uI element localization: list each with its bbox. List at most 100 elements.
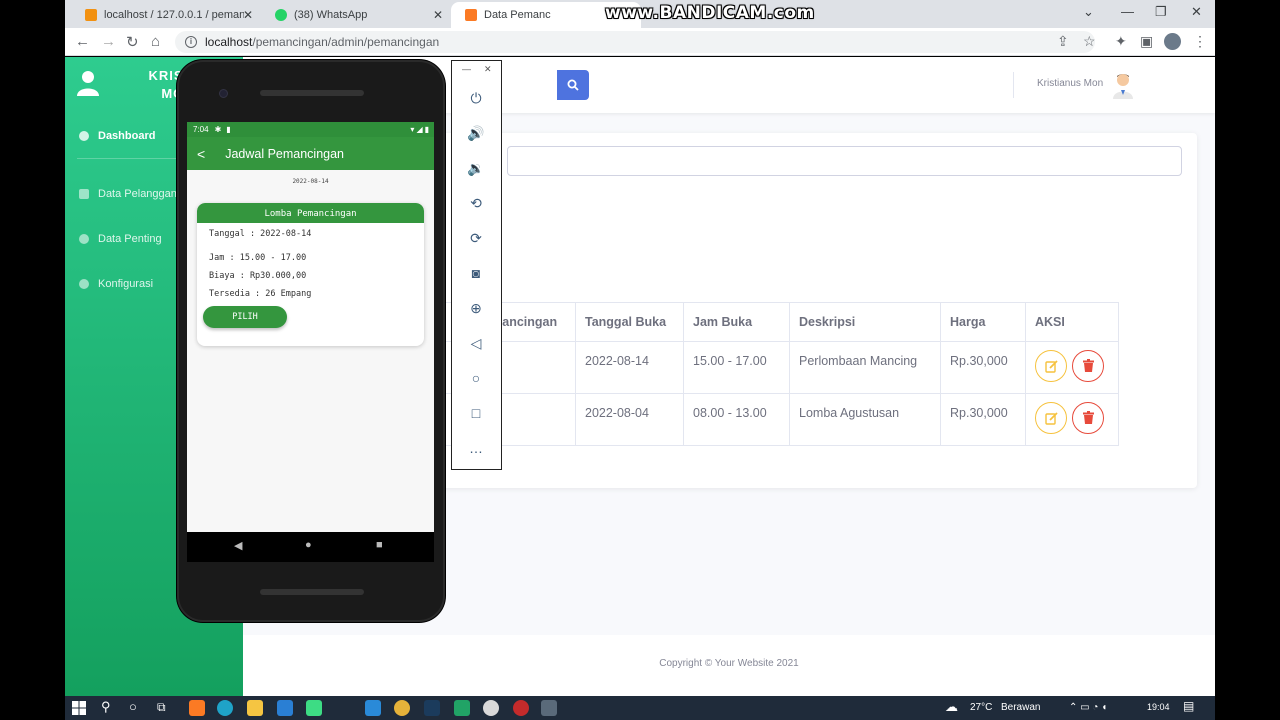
clock[interactable]: 19:04 [1147,702,1170,712]
search-button[interactable] [557,70,589,100]
back-arrow-icon[interactable]: < [197,146,205,162]
home-icon[interactable]: ⌂ [151,33,160,50]
home-icon[interactable]: ○ [467,369,485,387]
table-search-input[interactable] [507,146,1182,176]
user-icon [77,71,99,96]
delete-button[interactable] [1072,350,1105,382]
header-aksi: AKSI [1025,302,1119,342]
phone-speaker [260,90,364,96]
edit-button[interactable] [1035,402,1067,434]
minimize-icon[interactable]: — [462,64,471,74]
star-icon[interactable]: ☆ [1083,33,1096,50]
tab-phpmyadmin[interactable]: localhost / 127.0.0.1 / pemancing ✕ [71,2,261,28]
search-icon [567,79,579,91]
url-field[interactable]: i localhost/pemancingan/admin/pemancinga… [175,31,1095,53]
nav-back-icon[interactable]: ◀ [234,539,242,552]
windows-start-icon[interactable] [72,701,86,715]
tab-whatsapp[interactable]: (38) WhatsApp ✕ [261,2,451,28]
edge-icon[interactable] [217,700,233,716]
chrome-alt-icon[interactable] [483,700,499,716]
phone-time: 7:04 [193,125,209,134]
xampp-icon[interactable] [189,700,205,716]
user-name[interactable]: Kristianus Mon [1037,78,1103,89]
nav-recents-icon[interactable]: ■ [376,539,383,551]
reload-icon[interactable]: ↻ [126,33,139,51]
pilih-button[interactable]: PILIH [203,306,287,328]
schedule-tersedia: Tersedia : 26 Empang [209,289,312,299]
gear-icon [79,234,89,244]
vscode-icon[interactable] [365,700,381,716]
delete-button[interactable] [1072,402,1105,434]
zoom-icon[interactable]: ⊕ [467,299,485,317]
cell-jam: 15.00 - 17.00 [683,341,790,394]
search-icon[interactable]: ⚲ [101,699,111,715]
forward-icon[interactable]: → [101,33,116,50]
file-explorer-icon[interactable] [247,700,263,716]
volume-up-icon[interactable]: 🔊 [467,124,485,142]
header-harga[interactable]: Harga [940,302,1026,342]
close-icon[interactable]: ✕ [433,8,443,22]
avatar[interactable] [1111,71,1135,99]
tray-icons[interactable]: ⌃ ▭ ◔ ◖ [1069,702,1107,713]
cortana-icon[interactable]: ○ [129,699,137,714]
excel-icon[interactable] [454,700,470,716]
schedule-card[interactable]: Lomba Pemancingan Tanggal : 2022-08-14 J… [197,203,424,346]
sidebar-item-data-penting[interactable]: Data Penting [79,233,162,245]
weather-text[interactable]: Berawan [1001,702,1040,713]
chrome-icon[interactable] [394,700,410,716]
notification-icon[interactable]: ▤ [1183,699,1194,713]
photoshop-icon[interactable] [424,700,440,716]
profile-icon[interactable] [1164,33,1181,50]
windows-taskbar: ⚲ ○ ⧉ ☁ 27°C Berawan ⌃ ▭ ◔ ◖ 19:04 ▤ [65,696,1215,720]
minimize-icon[interactable]: — [1121,4,1134,19]
close-icon[interactable]: ✕ [243,8,253,22]
header-deskripsi[interactable]: Deskripsi [789,302,941,342]
power-icon[interactable]: ⏻ [467,89,485,107]
back-icon[interactable]: ← [75,33,90,50]
cell-tanggal: 2022-08-04 [575,393,684,446]
cloud-icon: ☁ [945,699,958,714]
header-tanggal-buka[interactable]: Tanggal Buka [575,302,684,342]
schedule-card-title: Lomba Pemancingan [197,203,424,223]
weather-temp[interactable]: 27°C [970,702,992,713]
gear-icon [79,279,89,289]
info-icon[interactable]: i [185,36,197,48]
more-icon[interactable]: … [467,439,485,457]
restore-icon[interactable]: ❐ [1155,4,1167,20]
share-icon[interactable]: ⇪ [1057,33,1069,50]
tab-label: Data Pemanc [484,9,551,21]
back-icon[interactable]: ◁ [467,334,485,352]
sidebar-item-dashboard[interactable]: Dashboard [79,130,155,142]
emulator-toolbar: — ✕ ⏻ 🔊 🔉 ⟲ ⟳ ◙ ⊕ ◁ ○ □ … [451,60,502,470]
task-view-icon[interactable]: ⧉ [157,700,166,715]
volume-down-icon[interactable]: 🔉 [467,159,485,177]
mail-icon[interactable] [277,700,293,716]
overview-icon[interactable]: □ [467,404,485,422]
camera-icon[interactable]: ◙ [467,264,485,282]
schedule-jam: Jam : 15.00 - 17.00 [209,253,307,263]
phone-screen: 7:04 ✱ ▮ ▾ ◢ ▮ < Jadwal Pemancingan 2022… [187,122,434,532]
cell-aksi [1025,341,1119,394]
chevron-down-icon[interactable]: ⌄ [1083,4,1094,20]
bandicam-icon[interactable] [513,700,529,716]
emulator-icon[interactable] [541,700,557,716]
extensions-icon[interactable]: ✦ [1115,33,1127,50]
rotate-left-icon[interactable]: ⟲ [467,194,485,212]
table-icon [79,189,89,199]
header-jam-buka[interactable]: Jam Buka [683,302,790,342]
dashboard-icon [79,131,89,141]
url-path: /pemancingan/admin/pemancingan [252,35,440,49]
sidebar-icon[interactable]: ▣ [1140,33,1153,50]
edit-icon [1045,412,1058,425]
close-window-icon[interactable]: ✕ [1191,4,1202,20]
address-bar: ← → ↻ ⌂ i localhost/pemancingan/admin/pe… [65,28,1215,56]
nav-home-icon[interactable]: ● [305,539,312,551]
close-icon[interactable]: ✕ [484,64,492,75]
rotate-right-icon[interactable]: ⟳ [467,229,485,247]
sidebar-item-data-pelanggan[interactable]: Data Pelanggan [79,188,177,200]
edit-button[interactable] [1035,350,1067,382]
sidebar-item-konfigurasi[interactable]: Konfigurasi [79,278,153,290]
table-row: ESI 1 2022-08-14 15.00 - 17.00 Perlombaa… [445,341,1119,394]
menu-icon[interactable]: ⋮ [1193,33,1207,50]
android-studio-icon[interactable] [306,700,322,716]
